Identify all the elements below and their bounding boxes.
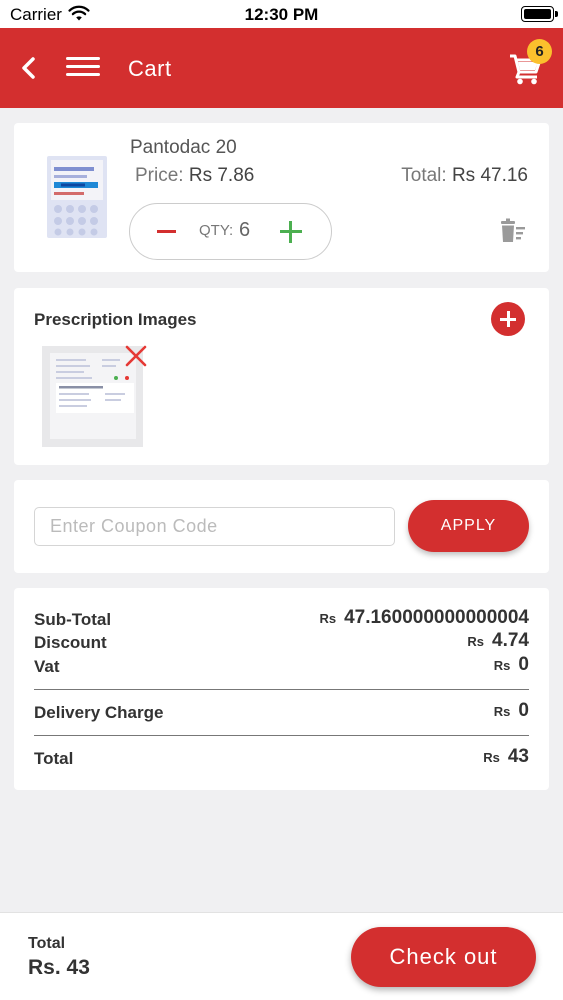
- discount-value: Rs 4.74: [467, 630, 529, 652]
- currency-label: Rs: [467, 634, 485, 649]
- discount-row: Discount Rs 4.74: [34, 630, 529, 657]
- subtotal-row: Sub-Total Rs 47.160000000000004: [34, 607, 529, 634]
- app-header: Cart 6: [0, 28, 563, 108]
- delivery-value: Rs 0: [494, 700, 529, 722]
- vat-amount: 0: [518, 654, 529, 675]
- currency-label: Rs: [483, 750, 500, 765]
- subtotal-value: Rs 47.160000000000004: [319, 607, 529, 629]
- currency-label: Rs: [493, 658, 511, 673]
- clock: 12:30 PM: [244, 5, 319, 24]
- prescription-title: Prescription Images: [34, 310, 197, 329]
- coupon-code-input[interactable]: [34, 507, 395, 546]
- page-title: Cart: [128, 56, 172, 81]
- total-label: Total: [34, 749, 74, 768]
- total-value: Rs 43: [483, 746, 529, 768]
- qty-label: QTY:: [199, 222, 234, 239]
- price-value: Rs 7.86: [188, 165, 255, 186]
- back-arrow-icon: [22, 57, 35, 79]
- vat-value: Rs 0: [494, 654, 529, 676]
- total-row: Total Rs 43: [34, 746, 529, 773]
- checkout-bar: Total Rs. 43 Check out: [0, 912, 563, 1000]
- checkout-button[interactable]: Check out: [351, 927, 536, 987]
- delivery-amount: 0: [518, 700, 529, 721]
- item-total-value: Rs 47.16: [451, 165, 528, 186]
- vat-label: Vat: [34, 657, 60, 676]
- vat-row: Vat Rs 0: [34, 654, 529, 681]
- product-image: [47, 156, 107, 238]
- currency-label: Rs: [319, 611, 337, 626]
- cart-count-badge: 6: [527, 39, 552, 64]
- qty-value: 6: [239, 219, 251, 241]
- item-total-label: Total:: [401, 165, 447, 186]
- divider: [34, 735, 529, 736]
- divider: [34, 689, 529, 690]
- minus-icon[interactable]: [152, 221, 182, 243]
- bottom-total-value: Rs. 43: [28, 956, 90, 979]
- currency-label: Rs: [493, 704, 511, 719]
- trash-icon[interactable]: [498, 218, 526, 244]
- status-bar: Carrier 12:30 PM: [0, 0, 563, 28]
- order-summary-card: Sub-Total Rs 47.160000000000004 Discount …: [14, 588, 549, 790]
- add-circle-icon[interactable]: [491, 302, 525, 336]
- subtotal-label: Sub-Total: [34, 610, 112, 629]
- apply-coupon-button[interactable]: APPLY: [408, 500, 529, 552]
- price-label: Price:: [135, 165, 184, 186]
- product-name: Pantodac 20: [130, 137, 237, 158]
- cart-item-card: Pantodac 20 Price: Rs 7.86 Total: Rs 47.…: [14, 123, 549, 272]
- plus-icon[interactable]: [278, 219, 304, 245]
- quantity-stepper: QTY: 6: [129, 203, 332, 260]
- battery-icon: [521, 6, 558, 22]
- discount-amount: 4.74: [492, 630, 529, 651]
- bottom-total-label: Total: [28, 935, 66, 952]
- delivery-label: Delivery Charge: [34, 703, 164, 722]
- prescription-images-card: Prescription Images: [14, 288, 549, 465]
- total-amount: 43: [507, 746, 529, 767]
- back-button[interactable]: [14, 52, 46, 84]
- discount-label: Discount: [34, 633, 107, 652]
- subtotal-amount: 47.160000000000004: [344, 607, 529, 628]
- delivery-row: Delivery Charge Rs 0: [34, 700, 529, 727]
- hamburger-menu-icon[interactable]: [66, 53, 100, 83]
- unit-price: Price: Rs 7.86: [135, 165, 254, 187]
- item-total: Total: Rs 47.16: [401, 165, 528, 187]
- coupon-card: APPLY: [14, 480, 549, 573]
- close-x-icon[interactable]: [124, 344, 148, 368]
